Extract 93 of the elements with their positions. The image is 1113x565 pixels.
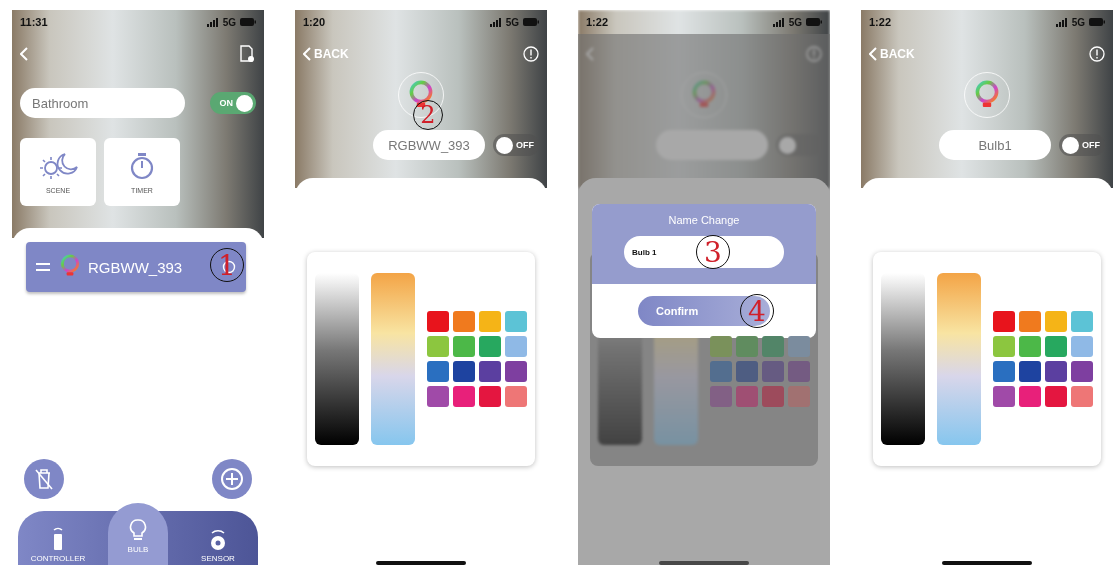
room-name-field[interactable]: Bathroom	[20, 88, 185, 118]
color-swatch[interactable]	[427, 386, 449, 407]
delete-button[interactable]	[24, 459, 64, 499]
signal-icon	[772, 17, 785, 27]
back-chevron-icon	[20, 47, 28, 61]
color-swatch[interactable]	[505, 311, 527, 332]
color-swatch[interactable]	[1071, 361, 1093, 382]
color-swatch[interactable]	[762, 361, 784, 382]
network-label: 5G	[222, 16, 236, 28]
color-swatch[interactable]	[453, 386, 475, 407]
color-swatch[interactable]	[788, 386, 810, 407]
color-swatch[interactable]	[453, 311, 475, 332]
color-swatch[interactable]	[1019, 361, 1041, 382]
info-icon[interactable]	[1089, 46, 1105, 62]
color-swatch[interactable]	[788, 361, 810, 382]
nav-tab[interactable]: SENSOR	[188, 523, 248, 563]
lightbulb-icon	[129, 518, 147, 542]
color-swatch[interactable]	[479, 361, 501, 382]
color-swatch[interactable]	[710, 336, 732, 357]
color-swatch[interactable]	[788, 336, 810, 357]
network-label: 5G	[505, 16, 519, 28]
color-swatch[interactable]	[479, 311, 501, 332]
nav-tab[interactable]: BULB	[108, 503, 168, 565]
color-swatch[interactable]	[1045, 311, 1067, 332]
bulb-name-field[interactable]: Bulb1	[939, 130, 1051, 160]
color-swatch[interactable]	[505, 386, 527, 407]
signal-icon	[206, 17, 219, 27]
battery-icon	[240, 18, 256, 26]
color-swatch[interactable]	[427, 361, 449, 382]
plus-circle-icon	[220, 467, 244, 491]
color-swatch[interactable]	[1071, 386, 1093, 407]
color-swatch[interactable]	[505, 361, 527, 382]
color-swatch[interactable]	[1045, 361, 1067, 382]
color-swatch[interactable]	[993, 311, 1015, 332]
color-swatch[interactable]	[479, 336, 501, 357]
device-name: RGBWW_393	[88, 258, 184, 276]
battery-icon	[806, 18, 822, 26]
stopwatch-icon	[129, 150, 155, 181]
back-chevron-icon	[869, 47, 877, 61]
remote-icon	[51, 525, 65, 551]
signal-icon	[489, 17, 502, 27]
color-swatch[interactable]	[427, 311, 449, 332]
signal-icon	[1055, 17, 1068, 27]
color-swatch[interactable]	[1019, 336, 1041, 357]
add-button[interactable]	[212, 459, 252, 499]
nav-tab[interactable]: CONTROLLER	[28, 521, 88, 563]
color-swatch[interactable]	[710, 386, 732, 407]
status-time: 1:20	[303, 16, 327, 28]
color-swatch[interactable]	[993, 361, 1015, 382]
brightness-gradient-bar[interactable]	[881, 273, 925, 445]
color-swatch[interactable]	[505, 336, 527, 357]
status-time: 11:31	[20, 16, 49, 28]
color-swatch[interactable]	[1019, 311, 1041, 332]
color-swatch[interactable]	[1045, 336, 1067, 357]
color-swatch[interactable]	[993, 336, 1015, 357]
back-chevron-icon	[586, 47, 594, 61]
battery-icon	[523, 18, 539, 26]
status-time: 1:22	[869, 16, 893, 28]
color-swatch[interactable]	[1019, 386, 1041, 407]
name-field[interactable]	[656, 130, 768, 160]
color-swatch[interactable]	[1071, 311, 1093, 332]
bulb-name-field[interactable]: RGBWW_393	[373, 130, 485, 160]
info-icon[interactable]	[523, 46, 539, 62]
color-swatch[interactable]	[427, 336, 449, 357]
color-swatch[interactable]	[1071, 336, 1093, 357]
brightness-gradient-bar[interactable]	[315, 273, 359, 445]
color-swatch[interactable]	[736, 336, 758, 357]
color-swatch[interactable]	[710, 361, 732, 382]
color-swatch[interactable]	[762, 386, 784, 407]
network-label: 5G	[1071, 16, 1085, 28]
back-button[interactable]	[586, 47, 594, 61]
color-swatch[interactable]	[479, 386, 501, 407]
color-swatch[interactable]	[1045, 386, 1067, 407]
color-temperature-gradient-bar[interactable]	[371, 273, 415, 445]
color-swatch[interactable]	[762, 336, 784, 357]
color-temperature-gradient-bar[interactable]	[937, 273, 981, 445]
color-swatch[interactable]	[453, 336, 475, 357]
sun-moon-icon	[37, 150, 79, 181]
sensor-icon	[210, 527, 226, 551]
drag-handle-icon	[36, 262, 50, 272]
back-button[interactable]	[20, 47, 28, 61]
color-swatch[interactable]	[736, 361, 758, 382]
crossed-trash-icon	[34, 468, 54, 490]
network-label: 5G	[788, 16, 802, 28]
power-toggle[interactable]: ON	[210, 92, 256, 114]
back-chevron-icon	[303, 47, 311, 61]
color-swatch[interactable]	[993, 386, 1015, 407]
color-swatch[interactable]	[736, 386, 758, 407]
color-swatch[interactable]	[453, 361, 475, 382]
status-time: 1:22	[586, 16, 610, 28]
document-icon[interactable]	[238, 45, 256, 63]
battery-icon	[1089, 18, 1105, 26]
dialog-title: Name Change	[668, 214, 740, 226]
